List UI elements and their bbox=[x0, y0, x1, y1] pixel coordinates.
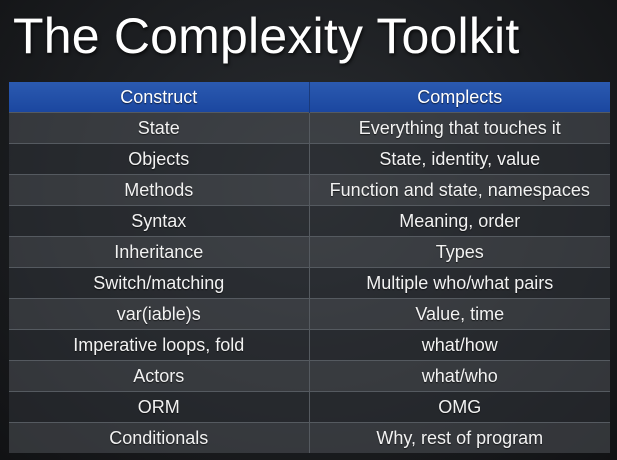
table-row: Inheritance Types bbox=[9, 236, 610, 268]
complects-cell: Why, rest of program bbox=[309, 422, 610, 453]
complects-cell: Meaning, order bbox=[309, 205, 610, 237]
construct-cell: ORM bbox=[9, 391, 310, 423]
construct-cell: Imperative loops, fold bbox=[9, 329, 310, 361]
complects-cell: Value, time bbox=[309, 298, 610, 330]
complects-cell: Types bbox=[309, 236, 610, 268]
complects-cell: what/how bbox=[309, 329, 610, 361]
table-row: Conditionals Why, rest of program bbox=[9, 422, 610, 453]
construct-cell: Actors bbox=[9, 360, 310, 392]
construct-cell: var(iable)s bbox=[9, 298, 310, 330]
construct-cell: Syntax bbox=[9, 205, 310, 237]
construct-cell: Objects bbox=[9, 143, 310, 175]
table-row: var(iable)s Value, time bbox=[9, 298, 610, 330]
table-row: State Everything that touches it bbox=[9, 112, 610, 144]
table-row: Switch/matching Multiple who/what pairs bbox=[9, 267, 610, 299]
complects-cell: Everything that touches it bbox=[309, 112, 610, 144]
complects-cell: what/who bbox=[309, 360, 610, 392]
construct-cell: Methods bbox=[9, 174, 310, 206]
construct-cell: Conditionals bbox=[9, 422, 310, 453]
column-header-complects: Complects bbox=[309, 82, 610, 113]
column-header-construct: Construct bbox=[9, 82, 310, 113]
construct-cell: Switch/matching bbox=[9, 267, 310, 299]
table-row: Imperative loops, fold what/how bbox=[9, 329, 610, 361]
construct-cell: State bbox=[9, 112, 310, 144]
slide-title: The Complexity Toolkit bbox=[13, 8, 520, 64]
complexity-table: Construct Complects State Everything tha… bbox=[9, 82, 610, 453]
table-header-row: Construct Complects bbox=[9, 82, 610, 113]
complects-cell: OMG bbox=[309, 391, 610, 423]
complects-cell: Function and state, namespaces bbox=[309, 174, 610, 206]
complects-cell: State, identity, value bbox=[309, 143, 610, 175]
table-row: Methods Function and state, namespaces bbox=[9, 174, 610, 206]
complects-cell: Multiple who/what pairs bbox=[309, 267, 610, 299]
construct-cell: Inheritance bbox=[9, 236, 310, 268]
table-row: ORM OMG bbox=[9, 391, 610, 423]
table-row: Syntax Meaning, order bbox=[9, 205, 610, 237]
table-row: Objects State, identity, value bbox=[9, 143, 610, 175]
table-row: Actors what/who bbox=[9, 360, 610, 392]
